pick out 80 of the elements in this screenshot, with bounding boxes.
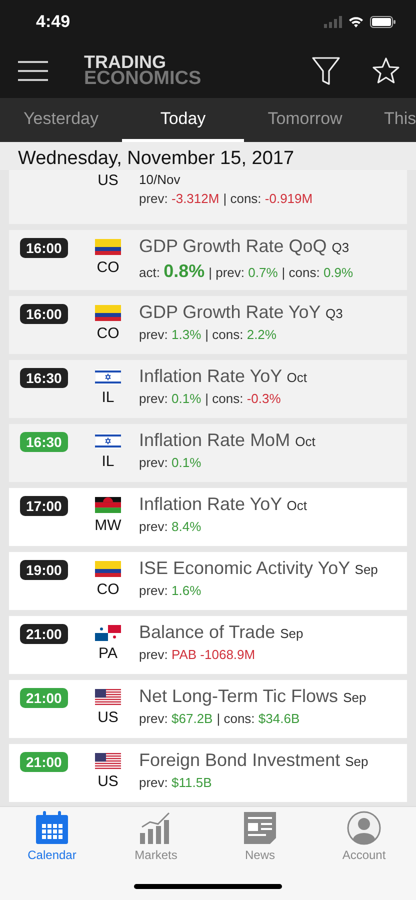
event-stat: prev: $11.5B xyxy=(139,775,212,790)
favorites-button[interactable] xyxy=(372,57,400,85)
flag-icon xyxy=(95,305,121,321)
menu-button[interactable] xyxy=(18,60,48,82)
country-code: MW xyxy=(94,517,122,534)
country-code: IL xyxy=(102,453,114,470)
event-stat: prev: -3.312M xyxy=(139,191,220,206)
filter-button[interactable] xyxy=(312,57,340,85)
event-stat: prev: 0.1% xyxy=(139,391,202,406)
wifi-icon xyxy=(348,16,364,28)
time-badge: 17:00 xyxy=(20,496,68,516)
event-stat: | prev: 0.7% xyxy=(208,265,278,280)
event-stat: prev: 0.1% xyxy=(139,455,202,470)
day-tab[interactable]: Yesterday xyxy=(0,98,122,142)
event-title: GDP Growth Rate YoY Q3 xyxy=(139,302,343,323)
event-stat: | cons: -0.919M xyxy=(223,191,313,206)
newspaper-icon xyxy=(243,811,277,845)
country-code: PA xyxy=(98,645,118,662)
event-stat: prev: 1.3% xyxy=(139,327,202,342)
event-row[interactable]: 16:00 CO GDP Growth Rate YoY Q3 prev: 1.3% | cons: 2.2% xyxy=(9,296,407,354)
flag-icon xyxy=(95,369,121,385)
country-code: IL xyxy=(102,389,114,406)
event-stat: | cons: 2.2% xyxy=(205,327,276,342)
flag-icon xyxy=(95,689,121,705)
time-badge: 21:00 xyxy=(20,752,68,772)
country-code: US xyxy=(98,172,118,189)
event-stat: | cons: $34.6B xyxy=(216,711,300,726)
event-title: Balance of Trade Sep xyxy=(139,622,304,643)
event-title: Inflation Rate MoM Oct xyxy=(139,430,316,451)
time-badge: 16:30 xyxy=(20,368,68,388)
country-code: CO xyxy=(96,325,120,342)
event-title: Inflation Rate YoY Oct xyxy=(139,494,308,515)
event-stat: prev: PAB -1068.9M xyxy=(139,647,256,662)
event-stat: prev: 1.6% xyxy=(139,583,202,598)
day-tab[interactable]: Tomorrow xyxy=(244,98,366,142)
event-row[interactable]: 16:30 IL Inflation Rate YoY Oct prev: 0.1% | cons: -0.3% xyxy=(9,360,407,418)
time-badge: 16:00 xyxy=(20,304,68,324)
country-code: CO xyxy=(96,259,120,276)
battery-icon xyxy=(370,16,396,28)
event-stat: prev: $67.2B xyxy=(139,711,213,726)
status-time: 4:49 xyxy=(36,12,70,32)
flag-icon xyxy=(95,625,121,641)
calendar-icon xyxy=(35,811,69,845)
event-title: Net Long-Term Tic Flows Sep xyxy=(139,686,366,707)
app-logo: TRADING ECONOMICS xyxy=(84,55,202,87)
time-badge: 16:30 xyxy=(20,432,68,452)
event-stat: | cons: 0.9% xyxy=(282,265,354,280)
event-row[interactable]: 16:00 CO GDP Growth Rate QoQ Q3 act: 0.8% | prev: 0.7% | cons: 0.9% xyxy=(9,230,407,290)
event-title: Inflation Rate YoY Oct xyxy=(139,366,308,387)
signal-icon xyxy=(324,16,342,28)
event-title: ISE Economic Activity YoY Sep xyxy=(139,558,378,579)
day-tab[interactable]: This xyxy=(366,98,416,142)
event-title: Foreign Bond Investment Sep xyxy=(139,750,368,771)
event-row[interactable]: 21:00 US Foreign Bond Investment Sep prev: $11.5B xyxy=(9,744,407,802)
date-heading: Wednesday, November 15, 2017 xyxy=(18,148,294,169)
nav-tab[interactable]: Calendar xyxy=(0,807,104,862)
flag-icon xyxy=(95,561,121,577)
time-badge: 21:00 xyxy=(20,624,68,644)
event-stat: act: 0.8% xyxy=(139,261,205,282)
country-code: US xyxy=(98,709,118,726)
event-row[interactable]: US 10/Nov prev: -3.312M | cons: -0.919M xyxy=(9,170,407,224)
event-period: 10/Nov xyxy=(139,172,180,187)
event-row[interactable]: 21:00 US Net Long-Term Tic Flows Sep prev: $67.2B | cons: $34.6B xyxy=(9,680,407,738)
event-stat: prev: 8.4% xyxy=(139,519,202,534)
flag-icon xyxy=(95,239,121,255)
country-code: CO xyxy=(96,581,120,598)
event-row[interactable]: 17:00 MW Inflation Rate YoY Oct prev: 8.4% xyxy=(9,488,407,546)
event-stat: | cons: -0.3% xyxy=(205,391,281,406)
flag-icon xyxy=(95,433,121,449)
event-row[interactable]: 21:00 PA Balance of Trade Sep prev: PAB -1068.9M xyxy=(9,616,407,674)
flag-icon xyxy=(95,497,121,513)
time-badge: 19:00 xyxy=(20,560,68,580)
time-badge: 21:00 xyxy=(20,688,68,708)
account-icon xyxy=(347,811,381,845)
flag-icon xyxy=(95,753,121,769)
event-row[interactable]: 16:30 IL Inflation Rate MoM Oct prev: 0.1% xyxy=(9,424,407,482)
country-code: US xyxy=(98,773,118,790)
event-row[interactable]: 19:00 CO ISE Economic Activity YoY Sep prev: 1.6% xyxy=(9,552,407,610)
time-badge: 16:00 xyxy=(20,238,68,258)
event-title: GDP Growth Rate QoQ Q3 xyxy=(139,236,350,257)
